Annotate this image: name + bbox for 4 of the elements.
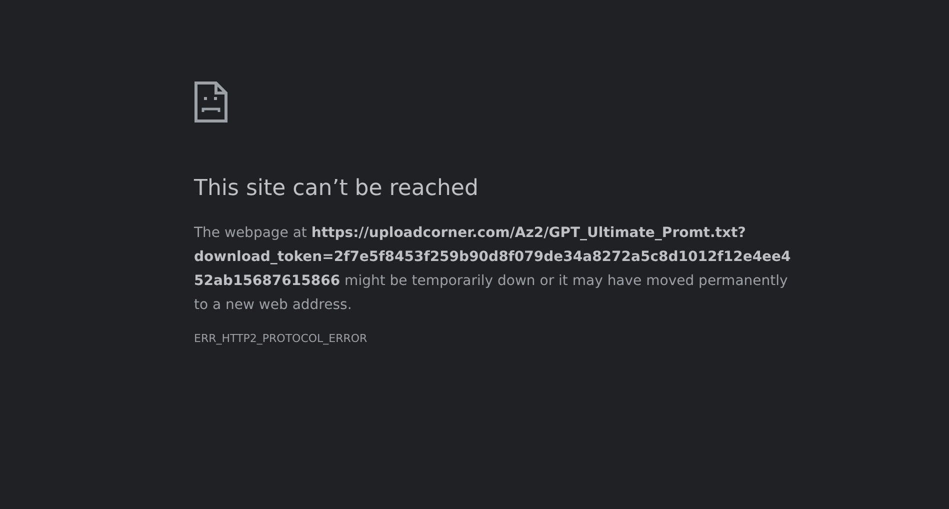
sad-page-icon: [194, 81, 228, 123]
error-message: The webpage at https://uploadcorner.com/Az2/GPT_Ultimate_Promt.txt?download_token=2f7e5f8453f259b90d8f079de34a8272a5c8d1012f12e4ee452ab15687615866 might be temporarily down or it may have moved permanently to a new web address.: [194, 224, 792, 314]
error-title: This site can’t be reached: [194, 175, 480, 202]
error-code: ERR_HTTP2_PROTOCOL_ERROR: [194, 330, 368, 347]
